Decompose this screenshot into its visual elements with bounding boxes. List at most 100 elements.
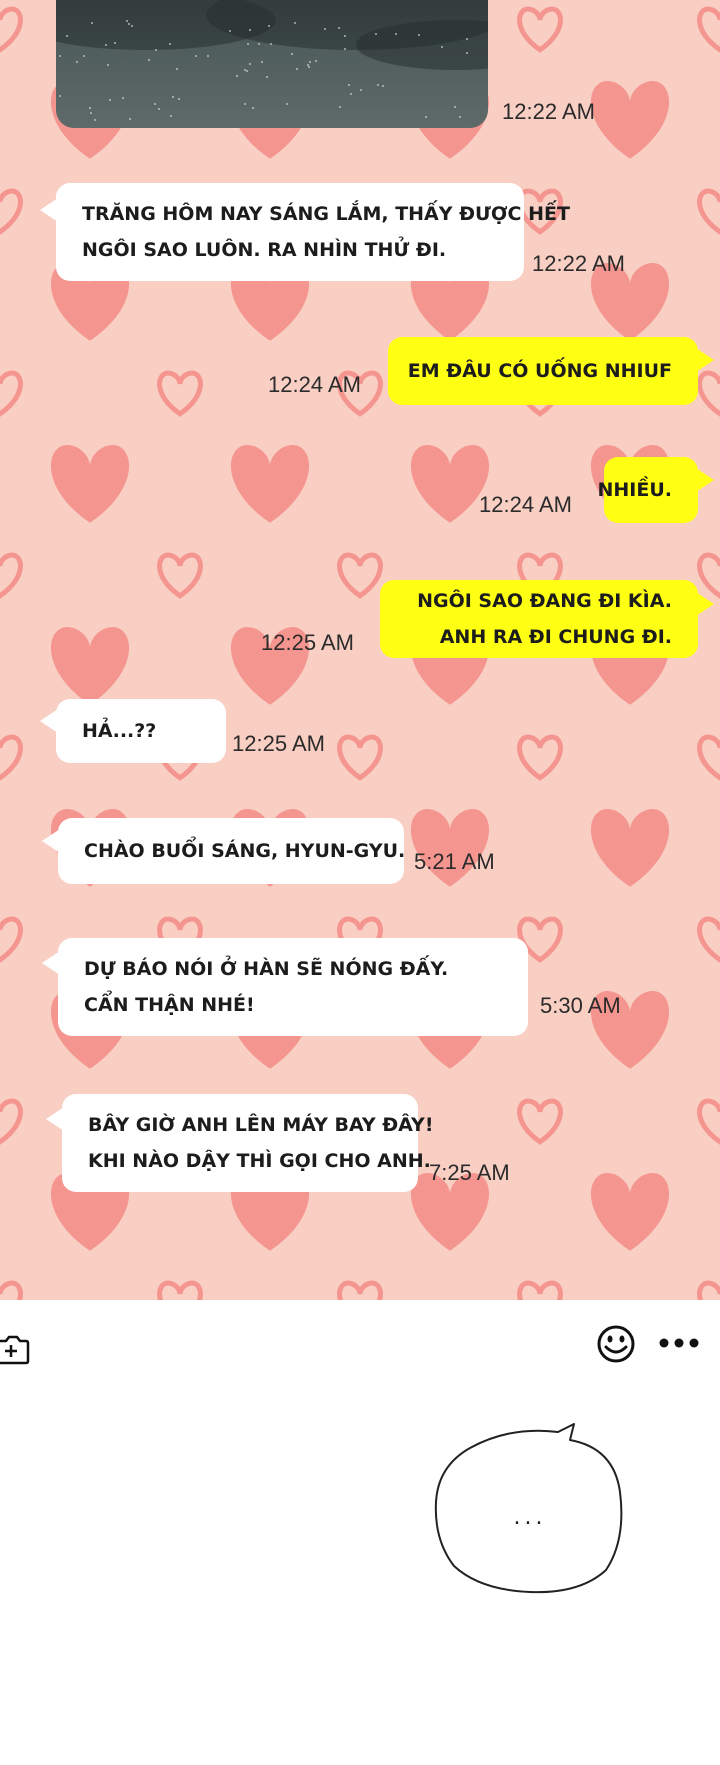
bubble-tail [696,468,714,492]
bubble-tail [46,1107,64,1131]
star-dot [76,61,78,63]
star-dot [309,61,311,63]
outline-heart-shape [0,370,23,417]
message-text: TRĂNG HÔM NAY SÁNG LẮM, THẤY ĐƯỢC HẾT [82,203,570,225]
incoming-message-bubble[interactable]: BÂY GIỜ ANH LÊN MÁY BAY ĐÂY! KHI NÀO DẬY… [62,1094,434,1192]
incoming-message-bubble[interactable]: TRĂNG HÔM NAY SÁNG LẮM, THẤY ĐƯỢC HẾT NG… [56,183,570,281]
chat-toolbar [0,1300,720,1390]
star-dot [291,53,293,55]
star-dot [258,43,260,45]
star-dot [148,59,150,61]
incoming-message-bubble[interactable]: HẢ...?? [56,699,226,763]
outline-heart-shape [697,734,720,781]
outline-heart-shape [0,188,23,235]
bubble-tail [42,951,60,975]
star-dot [266,76,268,78]
filled-heart-shape [590,809,670,887]
star-dot [308,66,310,68]
bubble-tail [42,829,60,853]
star-dot [59,55,61,57]
star-dot [176,68,178,70]
outline-heart-shape [697,552,720,599]
star-dot [207,55,209,57]
star-dot [172,96,174,98]
star-dot [89,107,91,109]
star-dot [83,55,85,57]
star-dot [395,33,397,35]
bubble-tail [696,592,714,616]
outline-heart-shape [697,6,720,53]
message-text: NGÔI SAO ĐANG ĐI KÌA. [417,590,672,612]
filled-heart-shape [50,445,130,523]
message-time: 7:25 AM [429,1160,510,1185]
outgoing-message-bubble[interactable]: NGÔI SAO ĐANG ĐI KÌA. ANH RA ĐI CHUNG ĐI… [380,580,698,658]
star-dot [375,33,377,35]
star-dot [129,118,131,120]
message-text: NHIỀU. [597,479,673,501]
outline-heart-shape [157,1280,203,1300]
more-icon[interactable] [658,1336,700,1350]
star-dot [252,107,254,109]
filled-heart-shape [590,81,670,159]
outline-heart-shape [0,6,23,53]
star-dot [91,22,93,24]
star-dot [154,103,156,105]
star-dot [466,38,468,40]
star-dot [229,30,231,32]
outline-heart-shape [517,1280,563,1300]
filled-heart-shape [410,445,490,523]
panel-below-chat: ... [0,1390,720,1765]
shared-photo-night-sky[interactable] [56,0,488,128]
bubble-tail [40,198,58,222]
outgoing-message-bubble[interactable]: EM ĐÂU CÓ UỐNG NHIUF [388,337,698,405]
message-text: KHI NÀO DẬY THÌ GỌI CHO ANH. [88,1150,431,1172]
star-dot [425,116,427,118]
star-dot [294,22,296,24]
outline-heart-shape [517,6,563,53]
star-dot [344,35,346,37]
message-time: 12:24 AM [268,372,361,397]
star-dot [324,28,326,30]
outline-heart-shape [0,916,23,963]
message-time: 5:30 AM [540,993,621,1018]
outline-heart-shape [697,1098,720,1145]
star-dot [170,115,172,117]
incoming-message-bubble[interactable]: CHÀO BUỔI SÁNG, HYUN-GYU. [58,818,405,884]
star-dot [107,64,109,66]
chat-area: 12:22 AM TRĂNG HÔM NAY SÁNG LẮM, THẤY ĐƯ… [0,0,720,1300]
star-dot [360,89,362,91]
outline-heart-shape [157,370,203,417]
outline-heart-shape [0,734,23,781]
star-dot [114,42,116,44]
incoming-message-bubble[interactable]: DỰ BÁO NÓI Ở HÀN SẼ NÓNG ĐẤY. CẨN THẬN N… [58,938,528,1036]
star-dot [270,43,272,45]
star-dot [454,106,456,108]
star-dot [122,97,124,99]
outline-heart-shape [697,188,720,235]
outline-heart-shape [517,1098,563,1145]
star-dot [441,46,443,48]
star-dot [109,99,111,101]
star-dot [90,112,92,114]
filled-heart-shape [50,627,130,705]
star-dot [236,75,238,77]
star-dot [261,61,263,63]
star-dot [244,69,246,71]
message-text: HẢ...?? [82,720,157,742]
star-dot [377,84,379,86]
bubble-tail [40,709,58,733]
add-photo-icon[interactable] [0,1332,30,1366]
speech-balloon: ... [434,1423,623,1594]
star-dot [66,35,68,37]
star-dot [126,20,128,22]
speech-text: ... [514,1505,547,1530]
star-dot [459,116,461,118]
message-time: 5:21 AM [414,849,495,874]
star-dot [296,68,298,70]
emoji-icon[interactable] [596,1324,636,1364]
outgoing-message-bubble[interactable]: NHIỀU. [598,457,698,523]
message-text: BÂY GIỜ ANH LÊN MÁY BAY ĐÂY! [88,1114,434,1136]
message-text: CẨN THẬN NHÉ! [84,994,255,1016]
star-dot [169,43,171,45]
bubble-tail [696,348,714,372]
